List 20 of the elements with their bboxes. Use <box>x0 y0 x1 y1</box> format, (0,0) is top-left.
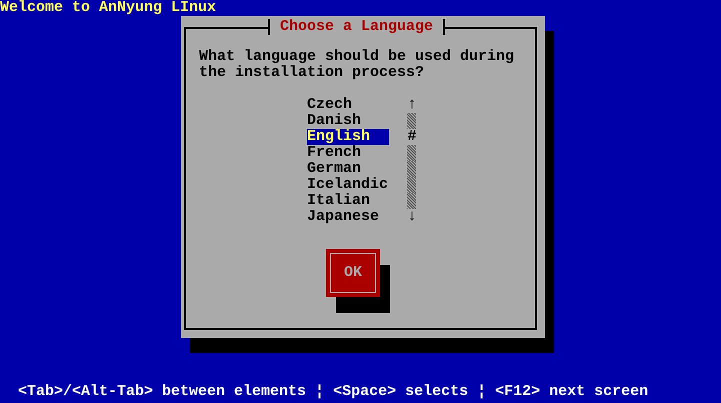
language-item[interactable]: Italian <box>307 193 389 209</box>
screen-title: Welcome to AnNyung LInux <box>0 0 216 16</box>
language-item[interactable]: French <box>307 145 389 161</box>
scroll-up-arrow[interactable]: ↑ <box>407 97 416 113</box>
key-hint: <Space> selects <box>333 384 468 400</box>
language-item[interactable]: English <box>307 129 389 145</box>
key-hint: <Tab>/<Alt-Tab> between elements <box>18 384 306 400</box>
language-item[interactable]: Czech <box>307 97 389 113</box>
scroll-down-arrow[interactable]: ↓ <box>407 209 416 225</box>
prompt-text: What language should be used during the installation process? <box>199 49 516 81</box>
key-hint: <F12> next screen <box>495 384 648 400</box>
language-item[interactable]: Japanese <box>307 209 389 225</box>
separator-text: ¦ <box>477 384 486 400</box>
separator-text: ¦ <box>315 384 324 400</box>
scroll-track <box>407 113 416 129</box>
language-item[interactable]: Icelandic <box>307 177 389 193</box>
dialog-title: Choose a Language <box>268 19 446 35</box>
scroll-thumb[interactable]: # <box>407 129 416 145</box>
language-item[interactable]: Danish <box>307 113 389 129</box>
language-item[interactable]: German <box>307 161 389 177</box>
